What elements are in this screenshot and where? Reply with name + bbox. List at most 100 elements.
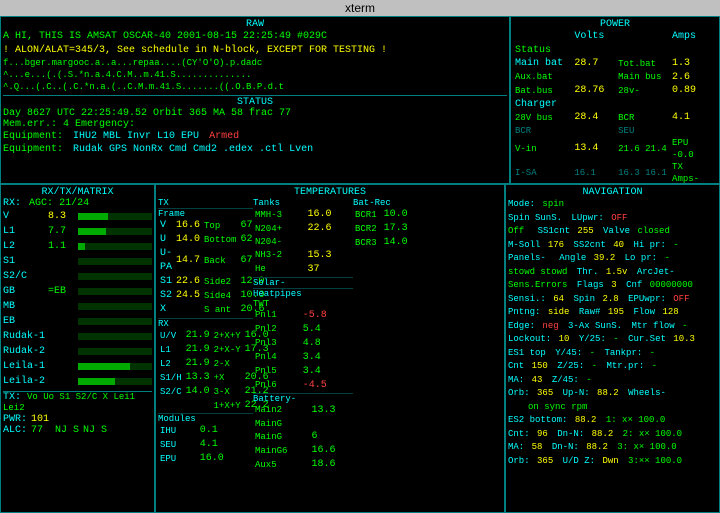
hp-pnl4: Pnl43.4 bbox=[253, 351, 353, 365]
hipri-val: - bbox=[673, 240, 678, 250]
tf-s2: S224.5Side410.0 bbox=[158, 289, 266, 303]
rxtx-title: RX/TX/MATRIX bbox=[3, 187, 152, 198]
volts-header: Volts bbox=[572, 30, 616, 44]
cnt2-val: 96 bbox=[537, 429, 548, 439]
tf-s1: S122.6Side212.0 bbox=[158, 275, 266, 289]
tf-upa: U-PA14.7Back67 bbox=[158, 247, 266, 275]
mtrpr-val: - bbox=[652, 361, 657, 371]
arr2: 2: x× 100.0 bbox=[623, 429, 682, 439]
bar-l2: L2 1.1 bbox=[3, 239, 152, 254]
bar-s2c-bg bbox=[78, 273, 152, 280]
edge-val: neg bbox=[542, 321, 558, 331]
bar-leila2-fill bbox=[78, 378, 115, 385]
y45-val: - bbox=[590, 348, 595, 358]
nav-msoll-row: M-Soll 176 SS2cnt 40 Hi pr: - bbox=[508, 239, 717, 253]
curset-val: 10.3 bbox=[673, 334, 695, 344]
eq1-extra: Armed bbox=[209, 131, 239, 142]
raw-line-1: A HI, THIS IS AMSAT OSCAR-40 2001-08-15 … bbox=[3, 30, 507, 44]
power-panel: POWER Volts Amps Status Main bat 28.7 To… bbox=[510, 16, 720, 184]
equipment1-row: Equipment: IHU2 MBL Invr L10 EPU Armed bbox=[3, 130, 507, 144]
mode-val: spin bbox=[542, 199, 564, 209]
equipment2-row: Equipment: Rudak GPS NonRx Cmd Cmd2 .ede… bbox=[3, 144, 507, 155]
heatpipes-table: Pnl1-5.8 Pnl25.4 Pnl34.8 Pnl43.4 Pnl53.4… bbox=[253, 309, 353, 393]
es2-upn-val: 88.2 bbox=[575, 415, 597, 425]
bar-mb-bg bbox=[78, 303, 152, 310]
hp-pnl1: Pnl1-5.8 bbox=[253, 309, 353, 323]
nav-content: Mode: spin Spin SunS. LUpwr: OFF Off SS1… bbox=[508, 198, 717, 468]
tf-u: U14.0Bottom62 bbox=[158, 233, 266, 247]
ss1cnt-val: 255 bbox=[577, 226, 593, 236]
power-row-mainbat: Main bat 28.7 Tot.bat 1.3 bbox=[513, 57, 717, 71]
memerr-label: Mem.err.: 4 Emergency: bbox=[3, 119, 135, 130]
bottom-section: RX/TX/MATRIX RX: AGC: 21/24 V 8.3 L1 7.7 bbox=[0, 184, 720, 513]
nav-lockout-row: Lockout: 10 Y/25: - Cur.Set 10.3 bbox=[508, 333, 717, 347]
thr-val: 1.5v bbox=[606, 267, 628, 277]
udz-extra: 3:×× 100.0 bbox=[628, 456, 682, 466]
lo-label: Lo pr: bbox=[625, 253, 657, 263]
cnt-val: 150 bbox=[532, 361, 548, 371]
njs-label: NJ S bbox=[55, 425, 79, 436]
nav-orb-row: Orb: 365 Up-N: 88.2 Wheels- bbox=[508, 387, 717, 401]
arr1: 1: x× 100.0 bbox=[606, 415, 665, 425]
bar-leila1-fill bbox=[78, 363, 130, 370]
bat-main6: MainG616.6 bbox=[253, 444, 353, 458]
cnt2-label: Cnt: bbox=[508, 429, 530, 439]
battery-table: Main213.3 MainG MainG6 MainG616.6 Aux518… bbox=[253, 404, 353, 473]
sensi-label: Sensi.: bbox=[508, 294, 546, 304]
bar-leila2: Leila-2 bbox=[3, 374, 152, 389]
udz-label: U/D Z: bbox=[563, 456, 595, 466]
power-row-bcr: BCR SEU bbox=[513, 125, 717, 137]
bar-leila1: Leila-1 bbox=[3, 359, 152, 374]
bar-l1-fill bbox=[78, 228, 106, 235]
rxtx-panel: RX/TX/MATRIX RX: AGC: 21/24 V 8.3 L1 7.7 bbox=[0, 184, 155, 513]
ss2cnt-val: 40 bbox=[613, 240, 624, 250]
cnf-val: 00000000 bbox=[650, 280, 693, 290]
nav-off-row: Off SS1cnt 255 Valve closed bbox=[508, 225, 717, 239]
raw-line-2: ! ALON/ALAT=345/3, See schedule in N-blo… bbox=[3, 44, 507, 58]
nav-spin-row: Spin SunS. LUpwr: OFF bbox=[508, 212, 717, 226]
tank-mmh3: MMH-316.0 bbox=[253, 208, 353, 222]
pwr-val: 101 bbox=[31, 414, 49, 425]
wheels-label: Wheels- bbox=[628, 388, 666, 398]
nav-stowd-row: stowd stowd Thr. 1.5v ArcJet- bbox=[508, 266, 717, 280]
mod-epu: EPU16.0 bbox=[158, 452, 253, 466]
lo-val: - bbox=[664, 253, 669, 263]
bar-mb: MB bbox=[3, 299, 152, 314]
bar-v-bg bbox=[78, 213, 152, 220]
arcjet-label: ArcJet- bbox=[637, 267, 675, 277]
eq2-extra: Rudak GPS NonRx Cmd Cmd2 .edex .ctl Lven bbox=[73, 144, 313, 155]
flags-val: 3 bbox=[611, 280, 616, 290]
temp-frame-col: TX Frame V16.6Top67 U14.0Bottom62 U-PA14… bbox=[158, 198, 253, 472]
es2-label: ES2 bottom: bbox=[508, 415, 567, 425]
temp-modules-table: IHU0.1 SEU4.1 EPU16.0 bbox=[158, 424, 253, 466]
eq2-label: Equipment: bbox=[3, 144, 63, 155]
lupwr-val: OFF bbox=[611, 213, 627, 223]
bat-aux5: Aux518.6 bbox=[253, 458, 353, 472]
twt-label: TWT bbox=[253, 299, 353, 309]
raw-content: A HI, THIS IS AMSAT OSCAR-40 2001-08-15 … bbox=[3, 30, 507, 93]
msoll-val: 176 bbox=[548, 240, 564, 250]
nav-cnt2-row: Cnt: 96 Dn-N: 88.2 2: x× 100.0 bbox=[508, 428, 717, 442]
curset-label: Cur.Set bbox=[628, 334, 666, 344]
rx-val: 21/24 bbox=[59, 198, 89, 209]
bat-main2: Main213.3 bbox=[253, 404, 353, 418]
bcr3: BCR314.0 bbox=[353, 236, 413, 250]
hp-pnl6: Pnl6-4.5 bbox=[253, 379, 353, 393]
tanks-title: Tanks bbox=[253, 198, 353, 208]
epupwr-val: OFF bbox=[673, 294, 689, 304]
bar-s1-bg bbox=[78, 258, 152, 265]
nav-pntng-row: Pntng: side Raw# 195 Flow 128 bbox=[508, 306, 717, 320]
hipri-label: Hi pr: bbox=[633, 240, 665, 250]
flags-label: Flags bbox=[577, 280, 604, 290]
dnn-val: 88.2 bbox=[592, 429, 614, 439]
nav-orb2-row: Orb: 365 U/D Z: Dwn 3:×× 100.0 bbox=[508, 455, 717, 469]
eq1-label: Equipment: bbox=[3, 131, 63, 142]
power-row-vin: V-in 13.4 21.6 21.4 EPU -0.0 bbox=[513, 137, 717, 161]
tx-label: TX: bbox=[3, 392, 21, 403]
orb-label: Orb: bbox=[508, 388, 530, 398]
temp-content: TX Frame V16.6Top67 U14.0Bottom62 U-PA14… bbox=[158, 198, 502, 472]
agc-label: AGC: bbox=[29, 198, 53, 209]
power-table: Volts Amps Status Main bat 28.7 Tot.bat … bbox=[513, 30, 717, 184]
temp-tanks-col: Tanks MMH-316.0 N204+22.6 N204- NH3-215.… bbox=[253, 198, 353, 472]
bcr-table: BCR110.0 BCR217.3 BCR314.0 bbox=[353, 208, 413, 250]
